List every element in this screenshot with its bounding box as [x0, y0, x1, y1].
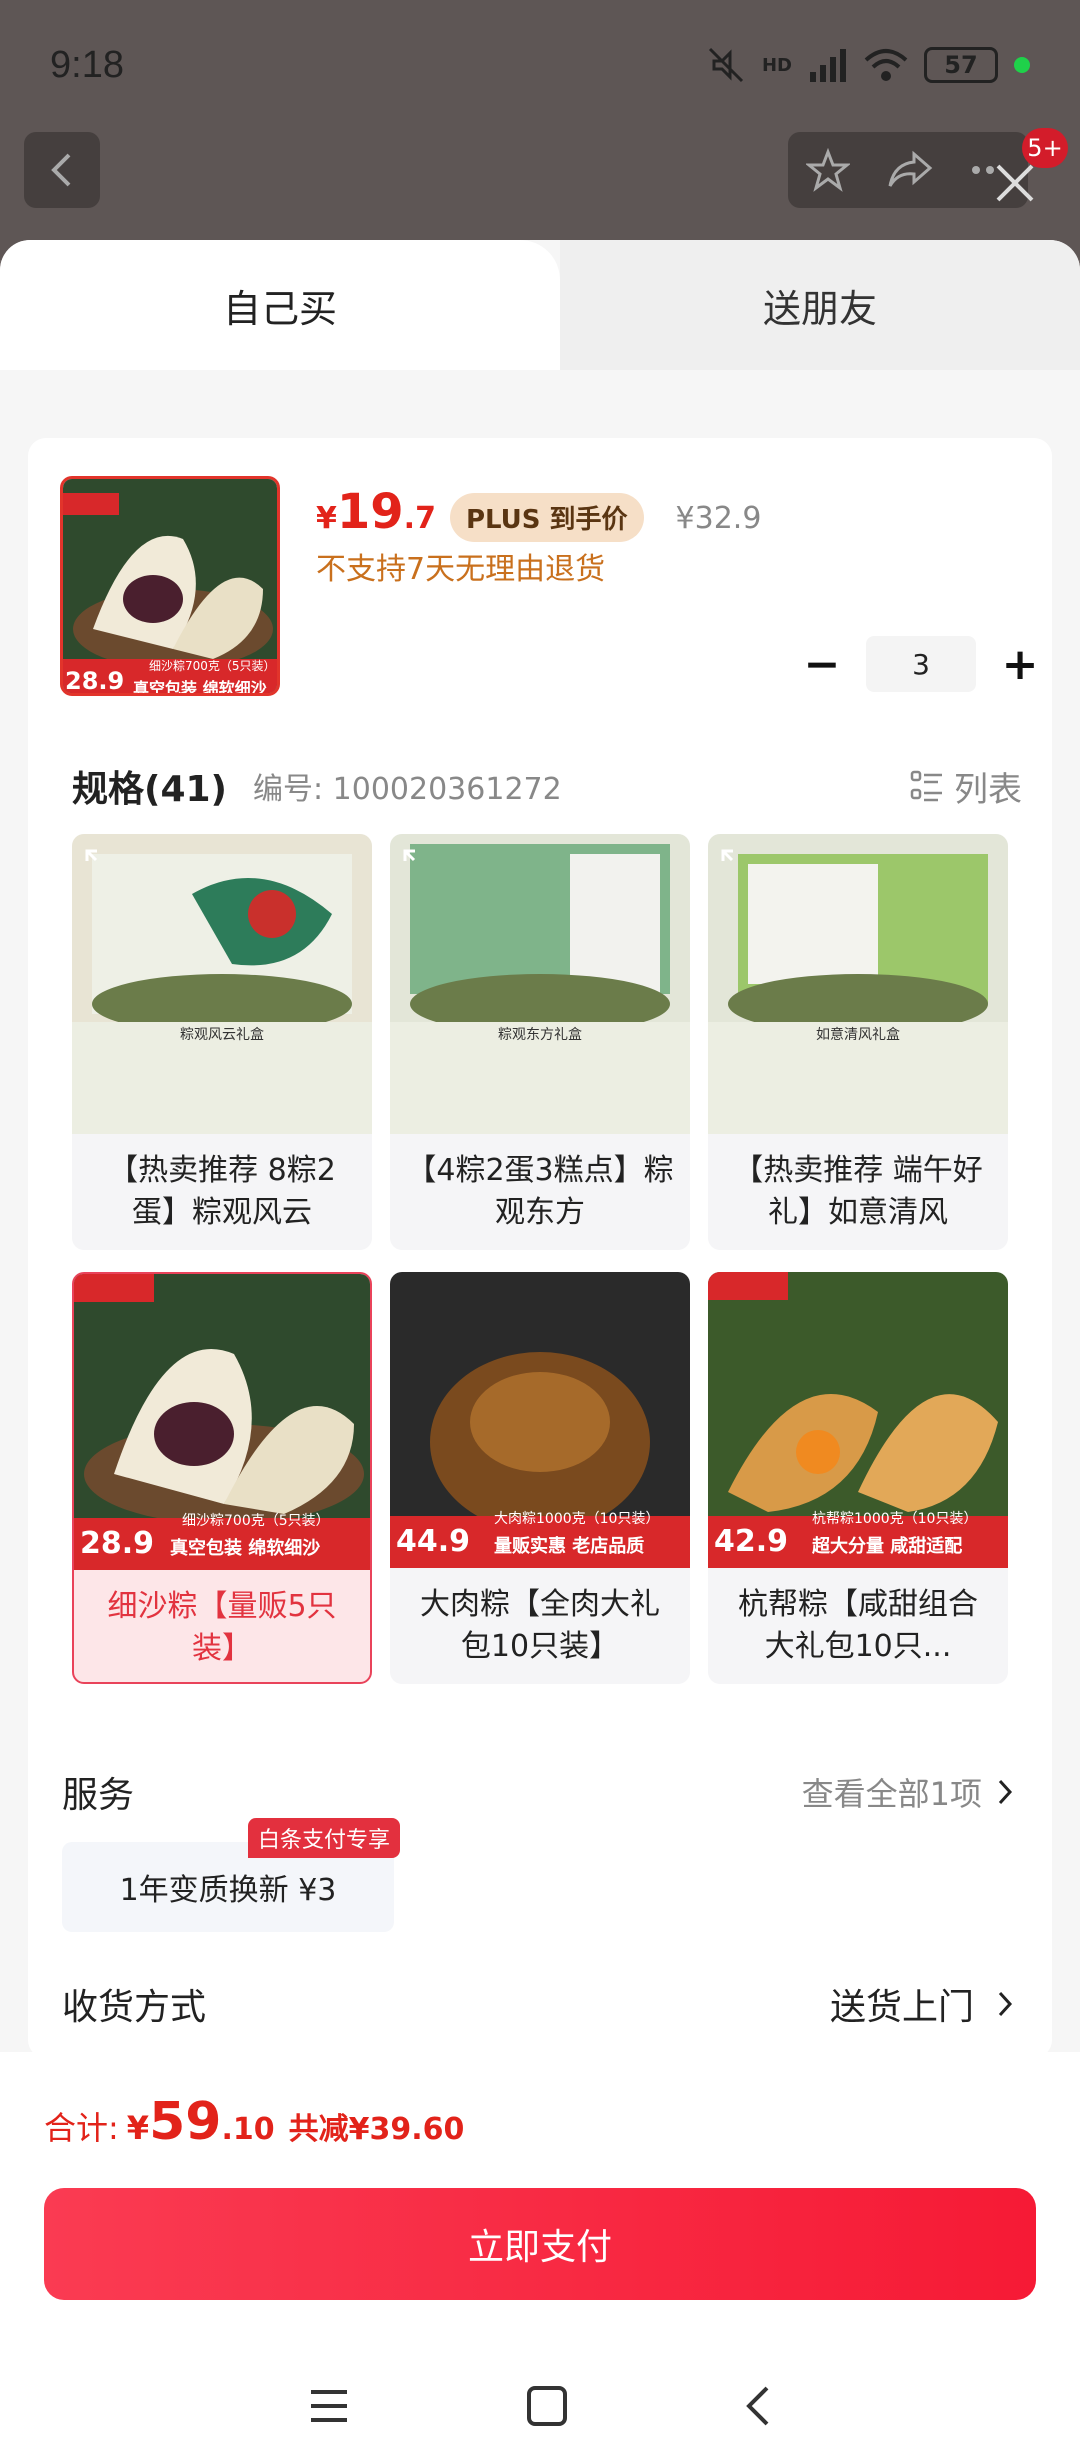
wifi-icon: [864, 49, 908, 81]
total-row: 合计: ¥ 59 .10 共减¥39.60: [44, 2092, 465, 2152]
system-nav-bar: [0, 2352, 1080, 2460]
spec-grid: 粽观风云礼盒 【热卖推荐 8粽2蛋】粽观风云 粽观东方礼盒 【4粽2蛋3糕点】粽…: [72, 834, 1012, 1684]
option-price: 28.9: [80, 1526, 155, 1561]
service-tag: 白条支付专享: [248, 1818, 401, 1858]
zongzi-image: 42.9 杭帮粽1000克（10只装） 超大分量 咸甜适配: [708, 1272, 1008, 1568]
option-caption: 杭帮粽1000克（10只装）: [812, 1511, 978, 1527]
status-icons: HD 57: [706, 45, 1030, 85]
close-icon[interactable]: [990, 158, 1040, 208]
spec-option[interactable]: 42.9 杭帮粽1000克（10只装） 超大分量 咸甜适配 杭帮粽【咸甜组合大礼…: [708, 1272, 1008, 1684]
spec-option-label: 【热卖推荐 端午好礼】如意清风: [733, 1153, 983, 1230]
pay-now-button[interactable]: 立即支付: [44, 2188, 1036, 2300]
option-caption-2: 真空包装 绵软细沙: [170, 1538, 321, 1559]
thumb-caption-2: 真空包装 绵软细沙: [133, 679, 267, 696]
option-caption-2: 量贩实惠 老店品质: [494, 1536, 645, 1557]
spec-title: 规格(41): [72, 769, 228, 810]
network-type: HD: [761, 54, 792, 76]
chevron-right-icon: [998, 1779, 1013, 1805]
product-code: 编号: 100020361272: [253, 772, 562, 807]
option-price: 44.9: [396, 1524, 471, 1559]
menu-icon[interactable]: [307, 2386, 351, 2426]
shipping-value: 送货上门: [830, 1978, 1014, 2030]
service-row[interactable]: 服务 查看全部1项: [62, 1766, 1014, 1818]
gift-box-image: 如意清风礼盒: [708, 834, 1008, 1134]
gift-box-image: 粽观东方礼盒: [390, 834, 690, 1134]
star-icon[interactable]: [806, 148, 850, 192]
service-more[interactable]: 查看全部1项: [802, 1769, 1014, 1815]
thumb-price: 28.9: [65, 667, 125, 695]
decrease-button[interactable]: −: [790, 636, 854, 692]
shipping-title: 收货方式: [62, 1987, 207, 2028]
home-icon[interactable]: [525, 2384, 569, 2428]
zongzi-image: 44.9 大肉粽1000克（10只装） 量贩实惠 老店品质: [390, 1272, 690, 1568]
list-view-toggle[interactable]: 列表: [910, 762, 1022, 811]
spec-header: 规格(41) 编号: 100020361272 列表: [72, 760, 1022, 812]
purchase-tabs: 送朋友 自己买: [0, 240, 1080, 370]
plus-price: ¥19.7: [316, 484, 436, 540]
product-card: 28.9 细沙粽700克（5只装） 真空包装 绵软细沙 ¥19.7 PLUS 到…: [28, 438, 1052, 2058]
spec-option-label: 【4粽2蛋3糕点】粽观东方: [406, 1153, 674, 1230]
list-icon: [910, 770, 942, 802]
spec-option[interactable]: 44.9 大肉粽1000克（10只装） 量贩实惠 老店品质 大肉粽【全肉大礼包1…: [390, 1272, 690, 1684]
checkout-footer: 合计: ¥ 59 .10 共减¥39.60 立即支付: [0, 2052, 1080, 2460]
gift-box-label: 粽观风云礼盒: [180, 1027, 264, 1043]
status-time: 9:18: [50, 43, 124, 86]
price-row: ¥19.7 PLUS 到手价 ¥32.9: [316, 484, 761, 542]
status-bar: 9:18 HD 57: [0, 0, 1080, 130]
product-thumbnail[interactable]: 28.9 细沙粽700克（5只装） 真空包装 绵软细沙: [60, 476, 280, 696]
tab-gift-friend[interactable]: 送朋友: [560, 240, 1080, 370]
expand-icon[interactable]: [84, 848, 114, 878]
spec-option-label: 【热卖推荐 8粽2蛋】粽观风云: [108, 1153, 336, 1230]
tab-buy-self[interactable]: 自己买: [0, 240, 560, 370]
privacy-indicator: [1014, 57, 1030, 73]
share-icon[interactable]: [886, 150, 934, 190]
zongzi-image: 28.9 细沙粽700克（5只装） 真空包装 绵软细沙: [74, 1274, 370, 1570]
signal-icon: [810, 49, 846, 82]
original-price: ¥32.9: [675, 501, 762, 536]
gift-box-label: 粽观东方礼盒: [498, 1027, 582, 1043]
option-caption: 大肉粽1000克（10只装）: [494, 1511, 660, 1527]
back-icon[interactable]: [743, 2384, 773, 2428]
back-button[interactable]: [24, 132, 100, 208]
chevron-right-icon: [998, 1991, 1013, 2017]
gift-box-label: 如意清风礼盒: [816, 1027, 900, 1043]
spec-option-label: 细沙粽【量贩5只装】: [107, 1589, 337, 1666]
option-caption-2: 超大分量 咸甜适配: [812, 1536, 963, 1557]
shipping-row[interactable]: 收货方式 送货上门: [62, 1978, 1014, 2030]
service-title: 服务: [62, 1775, 135, 1816]
expand-icon[interactable]: [720, 848, 750, 878]
spec-option-label: 大肉粽【全肉大礼包10只装】: [420, 1587, 660, 1664]
spec-option[interactable]: 粽观东方礼盒 【4粽2蛋3糕点】粽观东方: [390, 834, 690, 1250]
spec-option[interactable]: 粽观风云礼盒 【热卖推荐 8粽2蛋】粽观风云: [72, 834, 372, 1250]
option-caption: 细沙粽700克（5只装）: [182, 1513, 330, 1529]
quantity-value[interactable]: 3: [866, 636, 976, 692]
gift-box-image: 粽观风云礼盒: [72, 834, 372, 1134]
spec-option-selected[interactable]: 28.9 细沙粽700克（5只装） 真空包装 绵软细沙 细沙粽【量贩5只装】: [72, 1272, 372, 1684]
quantity-stepper: − 3 +: [790, 636, 1052, 692]
option-price: 42.9: [714, 1524, 789, 1559]
discount-total: 共减¥39.60: [288, 2112, 465, 2147]
mute-icon: [708, 47, 744, 83]
battery-icon: 57: [924, 47, 998, 83]
spec-option[interactable]: 如意清风礼盒 【热卖推荐 端午好礼】如意清风: [708, 834, 1008, 1250]
return-policy-note: 不支持7天无理由退货: [316, 552, 606, 587]
spec-option-label: 杭帮粽【咸甜组合大礼包10只...: [738, 1587, 978, 1664]
increase-button[interactable]: +: [988, 636, 1052, 692]
chevron-left-icon: [51, 153, 71, 187]
expand-icon[interactable]: [402, 848, 432, 878]
plus-price-tag: PLUS 到手价: [449, 493, 644, 542]
thumb-caption: 细沙粽700克（5只装）: [149, 659, 276, 673]
